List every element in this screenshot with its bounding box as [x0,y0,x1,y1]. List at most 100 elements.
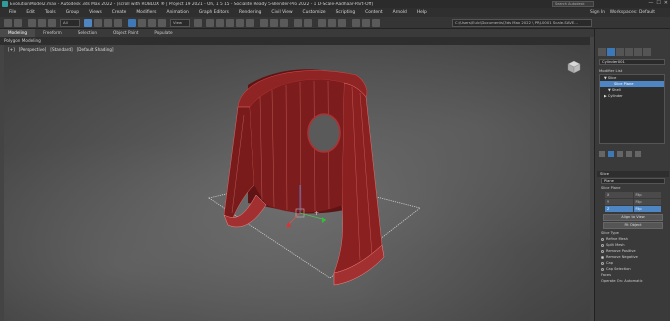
layer-explorer-icon[interactable] [294,19,302,27]
align-icon[interactable] [280,19,288,27]
workspace-selector[interactable]: Workspaces: Default [605,10,660,15]
pivot-center-icon[interactable] [194,19,202,27]
operate-on-dropdown[interactable]: Automatic [624,279,642,283]
render-setup-icon[interactable] [352,19,360,27]
menu-scripting[interactable]: Scripting [331,10,361,15]
menu-civil-view[interactable]: Civil View [266,10,297,15]
link-icon[interactable] [28,19,36,27]
title-bar: EvolutionModel2.max - Autodesk 3ds Max 2… [0,0,670,8]
show-end-result-icon[interactable] [608,151,614,157]
checkbox-icon[interactable] [601,267,604,271]
rendered-frame-icon[interactable] [362,19,370,27]
unlink-icon[interactable] [38,19,46,27]
fit-object-button[interactable]: Fit Object [603,222,663,229]
configure-sets-icon[interactable] [635,151,641,157]
flip-y-button[interactable]: Flip [633,199,661,205]
redo-icon[interactable] [14,19,22,27]
motion-tab-icon[interactable] [625,48,633,56]
menu-modifiers[interactable]: Modifiers [131,10,161,15]
modify-tab-icon[interactable] [607,48,615,56]
reference-coordinate-dropdown[interactable]: View [170,19,190,27]
menu-arnold[interactable]: Arnold [388,10,412,15]
tab-modeling[interactable]: Modeling [0,29,36,37]
spinner-snap-icon[interactable] [246,19,254,27]
scale-icon[interactable] [148,19,156,27]
schematic-view-icon[interactable] [328,19,336,27]
perspective-viewport[interactable]: [+] [Perspective] [Standard] [Default Sh… [4,45,590,321]
maximize-button[interactable]: ☐ [656,0,660,6]
slice-type-split-label: Split Mesh [606,243,625,247]
remove-modifier-icon[interactable] [626,151,632,157]
modifier-stack[interactable]: ▼ Slice Slice Plane ▼ Shell ▶ Cylinder [599,74,665,144]
command-panel-tabs [595,47,670,57]
menu-bar: File Edit Tools Group Views Create Modif… [0,8,670,17]
object-name-field[interactable]: Cylinder001 [599,59,665,65]
window-crossing-icon[interactable] [114,19,122,27]
render-production-icon[interactable] [372,19,380,27]
menu-customize[interactable]: Customize [298,10,331,15]
tab-selection[interactable]: Selection [70,29,105,37]
close-button[interactable]: ✕ [664,0,668,6]
stack-tools [599,151,641,157]
pin-stack-icon[interactable] [599,151,605,157]
percent-snap-icon[interactable] [236,19,244,27]
utilities-tab-icon[interactable] [643,48,651,56]
radio-icon[interactable] [601,237,604,241]
toggle-ribbon-icon[interactable] [304,19,312,27]
curve-editor-icon[interactable] [318,19,326,27]
mirror-icon[interactable] [270,19,278,27]
minimize-button[interactable]: — [648,0,653,6]
radio-icon[interactable] [601,243,604,247]
rectangular-selection-icon[interactable] [104,19,112,27]
menu-content[interactable]: Content [360,10,387,15]
checkbox-icon[interactable] [601,261,604,265]
menu-graph-editors[interactable]: Graph Editors [194,10,234,15]
tab-freeform[interactable]: Freeform [35,29,70,37]
tab-populate[interactable]: Populate [146,29,180,37]
modifier-list-dropdown[interactable]: Modifier List [599,68,622,73]
flip-z-button[interactable]: Flip [633,206,661,212]
placement-icon[interactable] [158,19,166,27]
create-tab-icon[interactable] [598,48,606,56]
flip-x-button[interactable]: Flip [633,192,661,198]
keyboard-shortcut-icon[interactable] [206,19,214,27]
menu-help[interactable]: Help [412,10,432,15]
menu-views[interactable]: Views [84,10,107,15]
angle-snap-icon[interactable] [226,19,234,27]
slice-rollout-header[interactable]: Slice [597,171,669,177]
make-unique-icon[interactable] [617,151,623,157]
axis-x-button[interactable]: X [605,192,633,198]
project-path-field[interactable]: C:\Users\Eulc\Documents\3ds Max 2022 \ P… [452,19,592,27]
menu-rendering[interactable]: Rendering [234,10,266,15]
menu-group[interactable]: Group [61,10,84,15]
radio-icon[interactable] [601,249,604,253]
menu-tools[interactable]: Tools [40,10,61,15]
tab-object-paint[interactable]: Object Paint [105,29,146,37]
menu-edit[interactable]: Edit [21,10,40,15]
search-input[interactable]: Search Autodesk [552,1,594,7]
snaps-toggle-icon[interactable] [216,19,224,27]
menu-animation[interactable]: Animation [161,10,193,15]
move-icon[interactable] [128,19,136,27]
operate-on-label: Operate On: [601,279,624,283]
undo-icon[interactable] [4,19,12,27]
select-by-name-icon[interactable] [94,19,102,27]
menu-file[interactable]: File [4,10,21,15]
bind-space-warp-icon[interactable] [48,19,56,27]
stack-item-cylinder[interactable]: ▶ Cylinder [600,93,664,99]
material-editor-icon[interactable] [338,19,346,27]
rotate-icon[interactable] [138,19,146,27]
menu-create[interactable]: Create [107,10,132,15]
axis-y-button[interactable]: Y [605,199,633,205]
operate-on-row[interactable]: Operate On: Automatic [597,278,669,284]
named-selection-icon[interactable] [260,19,268,27]
align-to-view-button[interactable]: Align to View [603,214,663,221]
display-tab-icon[interactable] [634,48,642,56]
hierarchy-tab-icon[interactable] [616,48,624,56]
slice-with-dropdown[interactable]: Plane [601,178,665,184]
svg-text:+: + [314,210,319,217]
selection-filter-dropdown[interactable]: All [60,19,80,27]
select-object-icon[interactable] [84,19,92,27]
radio-selected-icon[interactable] [601,255,604,259]
axis-z-button[interactable]: Z [605,206,633,212]
